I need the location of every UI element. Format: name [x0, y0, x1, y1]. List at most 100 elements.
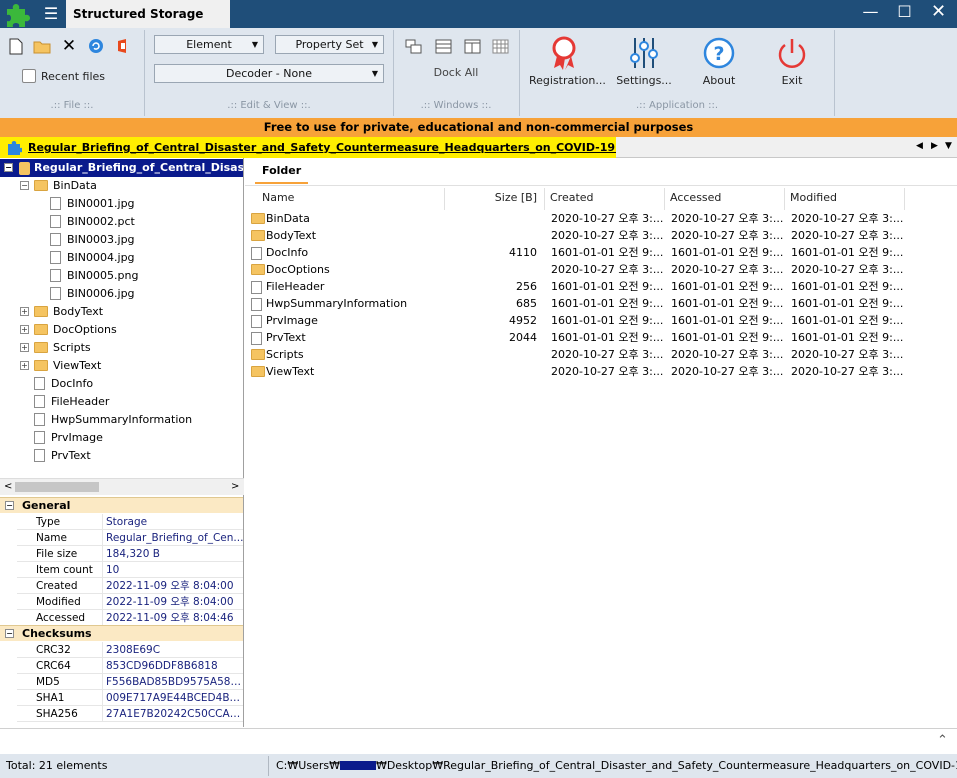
recent-files-button[interactable]: Recent files [22, 68, 112, 86]
property-row[interactable]: Modified 2022-11-09 오후 8:04:00 [17, 594, 244, 610]
list-item[interactable]: BodyText 2020-10-27 오후 3:... 2020-10-27 오후… [248, 227, 908, 244]
refresh-icon[interactable] [86, 36, 106, 56]
tree-node-label: DocOptions [53, 323, 117, 336]
hamburger-menu-icon[interactable]: ☰ [40, 5, 62, 23]
collapse-icon[interactable]: − [5, 501, 14, 510]
expand-icon[interactable]: + [20, 361, 29, 370]
column-header-size[interactable]: Size [B] [445, 188, 545, 210]
property-row[interactable]: CRC64 853CD96DDF8B6818 [17, 658, 244, 674]
ribbon-divider [834, 30, 835, 116]
grid-windows-icon[interactable] [490, 36, 510, 56]
cell-created: 2020-10-27 오후 3:... [551, 210, 667, 227]
collapse-icon[interactable]: − [20, 181, 29, 190]
maximize-icon[interactable]: ☐ [888, 0, 921, 26]
minimize-icon[interactable]: — [854, 0, 887, 26]
tree-node[interactable]: − BinData [34, 177, 97, 195]
tree-node[interactable]: BIN0006.jpg [50, 285, 135, 303]
decoder-dropdown[interactable]: Decoder - None ▼ [154, 64, 384, 83]
tree-root[interactable]: − Regular_Briefing_of_Central_Disast [0, 159, 243, 177]
tree-node-label: DocInfo [51, 377, 93, 390]
list-item[interactable]: ViewText 2020-10-27 오후 3:... 2020-10-27 오후… [248, 363, 908, 380]
cell-name: BinData [266, 210, 446, 227]
tree-node[interactable]: DocInfo [34, 375, 93, 393]
collapse-icon[interactable]: − [5, 629, 14, 638]
tree-node-label: HwpSummaryInformation [51, 413, 192, 426]
list-item[interactable]: PrvImage 4952 1601-01-01 오전 9:... 1601-01-0… [248, 312, 908, 329]
tree-node[interactable]: HwpSummaryInformation [34, 411, 192, 429]
document-tab[interactable]: Regular_Briefing_of_Central_Disaster_and… [0, 137, 616, 158]
property-row[interactable]: Type Storage [17, 514, 244, 530]
tree-node[interactable]: + BodyText [34, 303, 103, 321]
file-icon [251, 298, 262, 311]
puzzle-icon[interactable] [2, 1, 32, 28]
tab-scroll-left-icon[interactable]: ◀ [916, 141, 923, 151]
list-item[interactable]: Scripts 2020-10-27 오후 3:... 2020-10-27 오후 … [248, 346, 908, 363]
tree-node[interactable]: + ViewText [34, 357, 101, 375]
expand-icon[interactable]: + [20, 343, 29, 352]
collapse-icon[interactable]: − [4, 163, 13, 172]
checksums-section[interactable]: − Checksums [0, 625, 244, 641]
tree-node[interactable]: + DocOptions [34, 321, 117, 339]
column-header-modified[interactable]: Modified [790, 188, 905, 210]
expand-icon[interactable]: + [20, 325, 29, 334]
list-item[interactable]: DocInfo 4110 1601-01-01 오전 9:... 1601-01-01… [248, 244, 908, 261]
about-button[interactable]: ? About [684, 34, 754, 94]
expand-icon[interactable]: + [20, 307, 29, 316]
list-item[interactable]: FileHeader 256 1601-01-01 오전 9:... 1601-01-… [248, 278, 908, 295]
property-row[interactable]: SHA1 009E717A9E44BCED4B1... [17, 690, 244, 706]
tree-node[interactable]: BIN0004.jpg [50, 249, 135, 267]
list-item[interactable]: DocOptions 2020-10-27 오후 3:... 2020-10-27 … [248, 261, 908, 278]
new-file-icon[interactable] [6, 36, 26, 56]
help-icon: ? [702, 36, 736, 72]
tree-root-label: Regular_Briefing_of_Central_Disast [34, 161, 244, 174]
general-section[interactable]: − General [0, 497, 244, 513]
tree-node[interactable]: BIN0005.png [50, 267, 138, 285]
column-header-name[interactable]: Name [262, 188, 445, 210]
tab-folder[interactable]: Folder [255, 160, 308, 184]
property-row[interactable]: CRC32 2308E69C [17, 642, 244, 658]
close-icon[interactable]: ✕ [922, 0, 955, 26]
property-row[interactable]: Accessed 2022-11-09 오후 8:04:46 [17, 610, 244, 626]
scroll-right-icon[interactable]: > [231, 481, 239, 492]
scroll-left-icon[interactable]: < [4, 481, 12, 492]
tree-horizontal-scrollbar[interactable]: < > [0, 478, 244, 495]
column-header-created[interactable]: Created [550, 188, 665, 210]
property-key: CRC32 [17, 642, 103, 658]
property-row[interactable]: File size 184,320 B [17, 546, 244, 562]
list-item[interactable]: HwpSummaryInformation 685 1601-01-01 오전 9… [248, 295, 908, 312]
property-value: Storage [106, 514, 244, 530]
column-header-accessed[interactable]: Accessed [670, 188, 785, 210]
tree-node[interactable]: + Scripts [34, 339, 91, 357]
tree-node[interactable]: FileHeader [34, 393, 109, 411]
registration-button[interactable]: Registration... [529, 34, 599, 94]
close-file-icon[interactable]: ✕ [59, 36, 79, 56]
tree-node[interactable]: PrvText [34, 447, 91, 465]
tab-list-icon[interactable]: ▼ [945, 141, 952, 151]
tree-node[interactable]: BIN0003.jpg [50, 231, 135, 249]
tile-horizontal-icon[interactable] [433, 36, 453, 56]
cell-name: PrvImage [266, 312, 446, 329]
tree-node[interactable]: PrvImage [34, 429, 103, 447]
settings-button[interactable]: Settings... [609, 34, 679, 94]
list-item[interactable]: BinData 2020-10-27 오후 3:... 2020-10-27 오후 … [248, 210, 908, 227]
property-row[interactable]: Name Regular_Briefing_of_Cen... [17, 530, 244, 546]
tree-node[interactable]: BIN0002.pct [50, 213, 135, 231]
tree-node[interactable]: BIN0001.jpg [50, 195, 135, 213]
expand-up-icon[interactable]: ⌃ [937, 733, 948, 748]
open-folder-icon[interactable] [32, 36, 52, 56]
tile-vertical-icon[interactable] [462, 36, 482, 56]
scrollbar-thumb[interactable] [15, 482, 99, 492]
property-key: File size [17, 546, 103, 562]
tab-scroll-right-icon[interactable]: ▶ [931, 141, 938, 151]
property-row[interactable]: SHA256 27A1E7B20242C50CCAD... [17, 706, 244, 722]
dock-all-button[interactable]: Dock All [404, 66, 508, 79]
list-item[interactable]: PrvText 2044 1601-01-01 오전 9:... 1601-01-01… [248, 329, 908, 346]
exit-button[interactable]: Exit [757, 34, 827, 94]
property-set-dropdown[interactable]: Property Set ▼ [275, 35, 384, 54]
property-row[interactable]: Created 2022-11-09 오후 8:04:00 [17, 578, 244, 594]
property-row[interactable]: Item count 10 [17, 562, 244, 578]
cascade-windows-icon[interactable] [403, 36, 423, 56]
element-dropdown[interactable]: Element ▼ [154, 35, 264, 54]
property-row[interactable]: MD5 F556BAD85BD9575A580... [17, 674, 244, 690]
office-icon[interactable] [113, 36, 133, 56]
